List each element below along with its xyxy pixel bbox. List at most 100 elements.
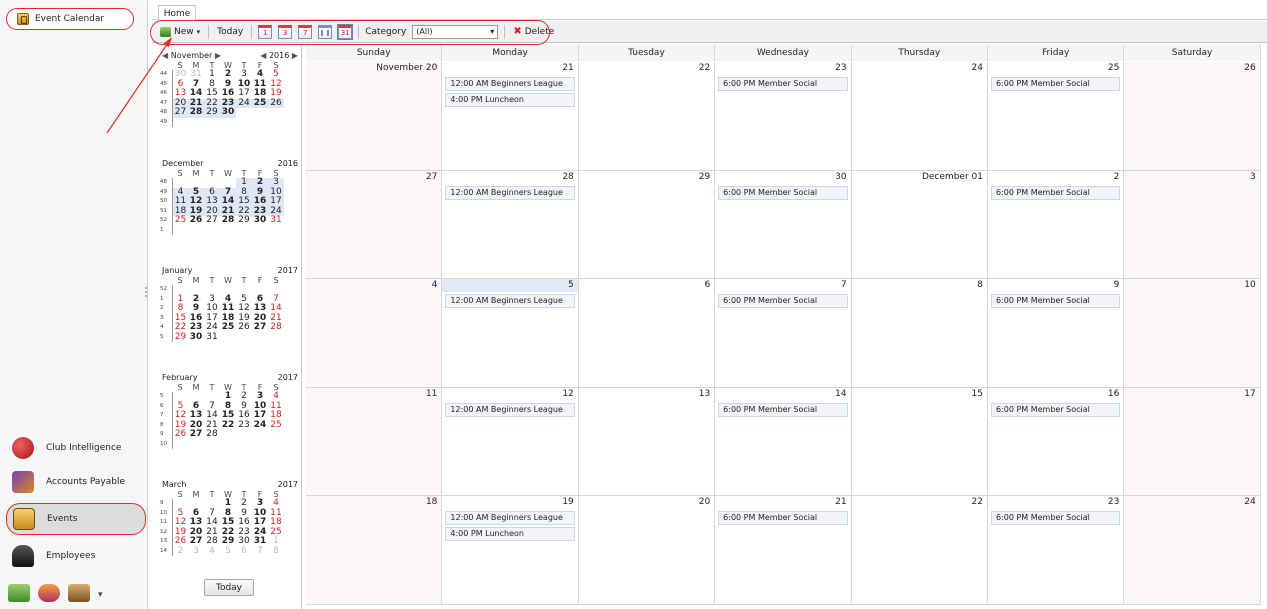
appointment[interactable]: 12:00 AM Beginners League	[445, 77, 575, 91]
calendar-day-cell[interactable]: 12 12:00 AM Beginners League	[442, 387, 579, 497]
mini-day[interactable]: 25	[172, 215, 188, 226]
calendar-day-cell[interactable]: 5 12:00 AM Beginners League	[442, 279, 579, 388]
next-month-icon[interactable]: ▶	[212, 51, 221, 60]
mini-day[interactable]: 30	[252, 215, 268, 226]
calendar-day-cell[interactable]: 11	[306, 387, 443, 497]
day-view-icon[interactable]: 1	[258, 24, 273, 39]
calendar-day-cell[interactable]: December 01	[851, 170, 988, 280]
tab-home[interactable]: Home	[158, 5, 196, 21]
mini-day[interactable]: 25	[268, 420, 284, 431]
mini-day[interactable]: 29	[236, 215, 252, 226]
navigator-today-button[interactable]: Today	[204, 579, 254, 596]
nav-button-club-intelligence[interactable]: Club Intelligence	[6, 432, 146, 464]
calendar-day-cell[interactable]: 17	[1124, 387, 1261, 497]
mini-day[interactable]: 31	[204, 332, 220, 343]
box-icon[interactable]	[68, 584, 90, 602]
mini-day[interactable]: 28	[204, 429, 220, 440]
calendar-day-cell[interactable]: 23 6:00 PM Member Social	[715, 62, 852, 171]
appointment[interactable]: 6:00 PM Member Social	[718, 511, 848, 526]
mini-day[interactable]: 27	[188, 429, 204, 440]
calendar-day-cell[interactable]: 8	[851, 279, 988, 388]
nav-item-event-calendar[interactable]: Event Calendar	[6, 8, 134, 30]
week-view-icon[interactable]: 7	[298, 24, 313, 39]
mini-day[interactable]: 27	[252, 322, 268, 333]
appointment[interactable]: 6:00 PM Member Social	[990, 402, 1121, 417]
appointment[interactable]: 6:00 PM Member Social	[990, 294, 1121, 309]
calendar-day-cell[interactable]: 20	[578, 496, 716, 605]
mini-day[interactable]: 26	[172, 429, 188, 440]
calendar-day-cell[interactable]: 22	[851, 496, 988, 605]
delete-button[interactable]: ✖ Delete	[511, 26, 556, 37]
calendar-day-cell[interactable]: 23 6:00 PM Member Social	[987, 496, 1125, 605]
calendar-day-cell[interactable]: 2 6:00 PM Member Social	[987, 170, 1125, 280]
appointment[interactable]: 6:00 PM Member Social	[718, 402, 848, 417]
money-icon[interactable]	[8, 584, 30, 602]
timeline-view-icon[interactable]	[318, 24, 333, 39]
mini-day[interactable]: 26	[268, 98, 284, 108]
mini-day[interactable]: 25	[252, 98, 268, 108]
mini-day[interactable]: 3	[188, 546, 204, 557]
mini-day[interactable]: 6	[236, 546, 252, 557]
calendar-day-cell[interactable]: 19 12:00 AM Beginners League 4:00 PM Lunch…	[442, 496, 579, 605]
calendar-day-cell[interactable]: 3	[1124, 170, 1261, 280]
next-year-icon[interactable]: ▶	[289, 51, 298, 60]
appointment[interactable]: 6:00 PM Member Social	[718, 294, 848, 309]
prev-month-icon[interactable]: ◀	[162, 51, 171, 60]
mini-day[interactable]: 4	[204, 546, 220, 557]
mini-day[interactable]: 30	[220, 107, 236, 118]
appointment[interactable]: 6:00 PM Member Social	[990, 185, 1121, 200]
mini-day[interactable]: 31	[268, 215, 284, 226]
work-week-view-icon[interactable]: 3	[278, 24, 293, 39]
calendar-day-cell[interactable]: 15	[851, 387, 988, 497]
calendar-day-cell[interactable]: 29	[578, 170, 716, 280]
calendar-day-cell[interactable]: 27	[306, 170, 443, 280]
calendar-day-cell[interactable]: 24	[851, 62, 988, 171]
mini-day[interactable]: 27	[204, 215, 220, 226]
calendar-day-cell[interactable]: 18	[306, 496, 443, 605]
calendar-day-cell[interactable]: 10	[1124, 279, 1261, 388]
mini-day[interactable]: 27	[172, 107, 188, 118]
new-button[interactable]: New ▾	[158, 26, 202, 37]
mini-day[interactable]: 25	[220, 322, 236, 333]
appointment[interactable]: 6:00 PM Member Social	[718, 77, 848, 91]
month-view-icon[interactable]: 31	[337, 23, 354, 40]
calendar-day-cell[interactable]: 4	[306, 279, 443, 388]
people-icon[interactable]	[38, 584, 60, 602]
calendar-day-cell[interactable]: 21 12:00 AM Beginners League 4:00 PM Lunch…	[442, 62, 579, 171]
mini-day[interactable]: 26	[188, 215, 204, 226]
appointment[interactable]: 12:00 AM Beginners League	[445, 294, 575, 309]
nav-splitter-handle[interactable]	[144, 285, 148, 307]
calendar-day-cell[interactable]: 21 6:00 PM Member Social	[715, 496, 852, 605]
mini-day[interactable]: 24	[236, 98, 252, 108]
calendar-day-cell[interactable]: 25 6:00 PM Member Social	[987, 62, 1125, 171]
prev-year-icon[interactable]: ◀	[260, 51, 269, 60]
calendar-day-cell[interactable]: 9 6:00 PM Member Social	[987, 279, 1125, 388]
mini-day[interactable]: 28	[188, 107, 204, 118]
mini-day[interactable]: 23	[236, 420, 252, 431]
mini-day[interactable]: 30	[188, 332, 204, 343]
calendar-day-cell[interactable]: 7 6:00 PM Member Social	[715, 279, 852, 388]
mini-day[interactable]: 8	[268, 546, 284, 557]
calendar-day-cell[interactable]: 28 12:00 AM Beginners League	[442, 170, 579, 280]
nav-button-events[interactable]: Events	[6, 503, 146, 535]
calendar-day-cell[interactable]: 30 6:00 PM Member Social	[715, 170, 852, 280]
mini-day[interactable]: 7	[252, 546, 268, 557]
calendar-day-cell[interactable]: 24	[1124, 496, 1261, 605]
calendar-day-cell[interactable]: November 20	[306, 62, 443, 171]
calendar-day-cell[interactable]: 14 6:00 PM Member Social	[715, 387, 852, 497]
mini-day[interactable]: 29	[172, 332, 188, 342]
mini-day[interactable]: 24	[252, 420, 268, 431]
mini-day[interactable]: 26	[236, 322, 252, 333]
nav-button-accounts-payable[interactable]: Accounts Payable	[6, 466, 146, 498]
mini-day[interactable]: 22	[220, 420, 236, 431]
mini-day[interactable]: 28	[268, 322, 284, 333]
mini-day[interactable]: 28	[220, 215, 236, 226]
appointment[interactable]: 6:00 PM Member Social	[990, 511, 1121, 526]
mini-day[interactable]: 2	[172, 546, 188, 556]
appointment[interactable]: 6:00 PM Member Social	[990, 77, 1121, 91]
appointment[interactable]: 6:00 PM Member Social	[718, 185, 848, 200]
appointment[interactable]: 12:00 AM Beginners League	[445, 511, 575, 526]
appointment[interactable]: 4:00 PM Luncheon	[445, 93, 575, 107]
calendar-day-cell[interactable]: 22	[578, 62, 716, 171]
today-button[interactable]: Today	[215, 27, 245, 37]
